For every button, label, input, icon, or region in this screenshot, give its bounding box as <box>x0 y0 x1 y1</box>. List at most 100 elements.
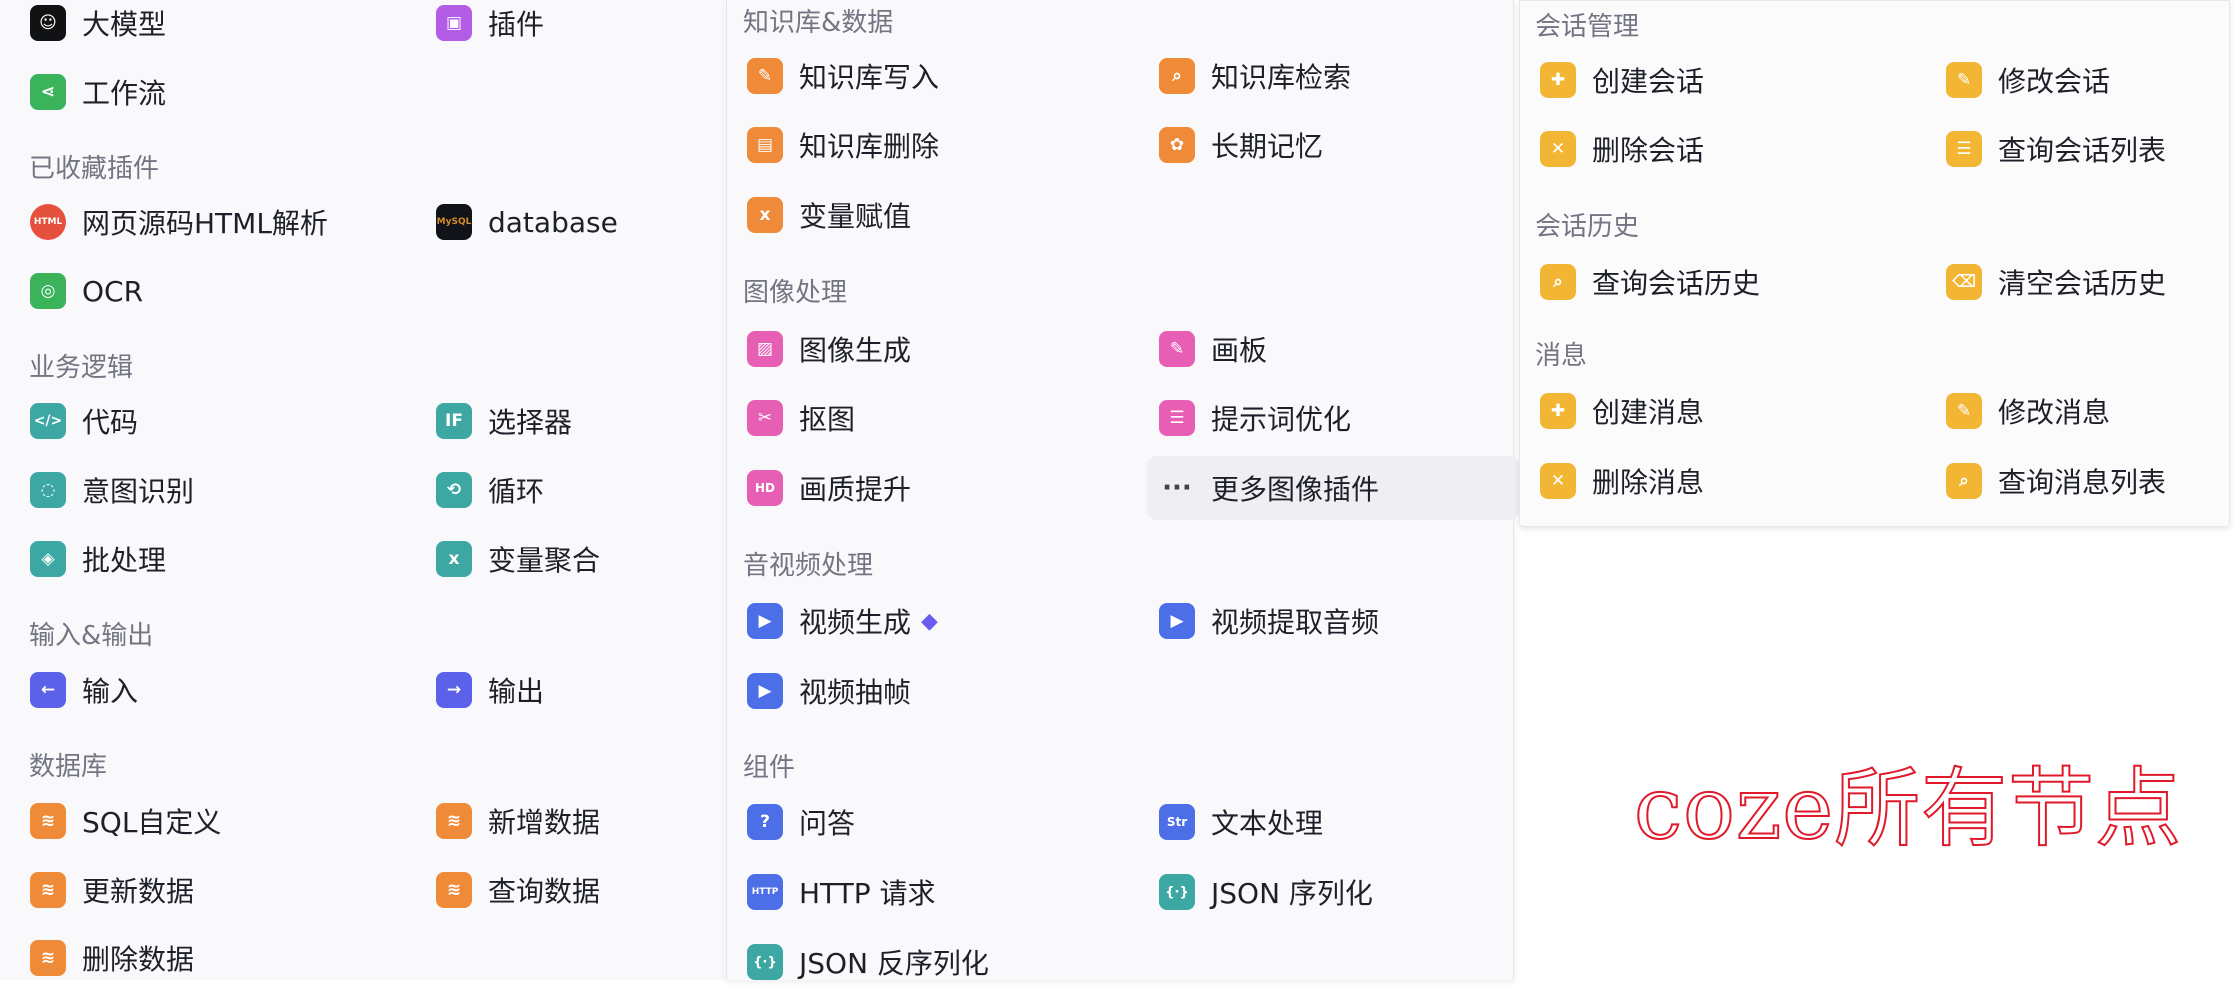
node-label: OCR <box>82 274 144 308</box>
node-input[interactable]: ← 输入 <box>30 661 138 719</box>
create-conversation-icon: ✚ <box>1540 62 1576 98</box>
node-label: SQL自定义 <box>82 806 222 839</box>
node-label: JSON 反序列化 <box>799 947 989 980</box>
add-data-icon: ≋ <box>436 803 472 839</box>
watermark-text: coze所有节点 <box>1633 758 2183 860</box>
node-delete-conversation[interactable]: ✕ 删除会话 <box>1540 120 1704 178</box>
node-hd-upscale[interactable]: HD 画质提升 <box>747 459 911 517</box>
node-query-data[interactable]: ≋ 查询数据 <box>436 861 600 919</box>
video-frame-icon: ▶ <box>747 673 783 709</box>
node-label: 查询会话列表 <box>1998 134 2167 167</box>
node-label: 修改会话 <box>1998 65 2111 98</box>
node-batch[interactable]: ◈ 批处理 <box>30 530 166 588</box>
node-label: 创建会话 <box>1592 65 1705 98</box>
node-video-extract-audio[interactable]: ▶ 视频提取音频 <box>1159 592 1379 650</box>
node-text-process[interactable]: Str 文本处理 <box>1159 793 1323 851</box>
node-label: 批处理 <box>82 544 167 577</box>
edit-message-icon: ✎ <box>1946 393 1982 429</box>
list-message-icon: ⌕ <box>1946 463 1982 499</box>
section-title-components: 组件 <box>743 753 796 783</box>
node-long-memory[interactable]: ✿ 长期记忆 <box>1159 116 1323 174</box>
node-list-conversation[interactable]: ☰ 查询会话列表 <box>1946 120 2166 178</box>
node-html-parse[interactable]: HTML 网页源码HTML解析 <box>30 193 328 251</box>
node-label: 长期记忆 <box>1211 130 1324 163</box>
text-process-icon: Str <box>1159 804 1195 840</box>
node-plugin[interactable]: ▣ 插件 <box>436 0 544 52</box>
node-kb-write[interactable]: ✎ 知识库写入 <box>747 47 939 105</box>
node-label: 知识库写入 <box>799 61 940 94</box>
node-http-request[interactable]: HTTP HTTP 请求 <box>747 863 936 921</box>
sql-icon: ≋ <box>30 803 66 839</box>
node-intent[interactable]: ◌ 意图识别 <box>30 461 194 519</box>
node-workflow[interactable]: ⋖ 工作流 <box>30 63 166 121</box>
section-title-favorites: 已收藏插件 <box>29 154 160 184</box>
more-icon: ··· <box>1162 473 1192 503</box>
node-add-data[interactable]: ≋ 新增数据 <box>436 792 600 850</box>
node-label: 视频提取音频 <box>1211 606 1380 639</box>
json-deserialize-icon: {·} <box>747 944 783 980</box>
node-label: 输入 <box>82 675 139 708</box>
node-json-deserialize[interactable]: {·} JSON 反序列化 <box>747 933 989 991</box>
node-label: 新增数据 <box>488 806 601 839</box>
node-prompt-optimize[interactable]: ☰ 提示词优化 <box>1159 389 1351 447</box>
node-clear-history[interactable]: ⌫ 清空会话历史 <box>1946 253 2166 311</box>
prompt-optimize-icon: ☰ <box>1159 400 1195 436</box>
loop-icon: ⟲ <box>436 472 472 508</box>
node-cutout[interactable]: ✂ 抠图 <box>747 389 855 447</box>
node-sql-custom[interactable]: ≋ SQL自定义 <box>30 792 221 850</box>
node-label: 工作流 <box>82 77 167 110</box>
plugin-cube-icon: ▣ <box>436 5 472 41</box>
more-image-plugins-button[interactable]: ··· 更多图像插件 <box>1147 456 1519 520</box>
node-label: 修改消息 <box>1998 396 2111 429</box>
node-video-frame[interactable]: ▶ 视频抽帧 <box>747 662 911 720</box>
http-icon: HTTP <box>747 874 783 910</box>
node-label: HTTP 请求 <box>799 877 936 910</box>
node-delete-message[interactable]: ✕ 删除消息 <box>1540 452 1704 510</box>
node-json-serialize[interactable]: {·} JSON 序列化 <box>1159 863 1373 921</box>
llm-icon: ☺ <box>30 5 66 41</box>
node-video-gen[interactable]: ▶ 视频生成 ◆ <box>747 592 938 650</box>
node-label: 知识库检索 <box>1211 61 1352 94</box>
node-delete-data[interactable]: ≋ 删除数据 <box>30 929 194 987</box>
node-output[interactable]: → 输出 <box>436 661 544 719</box>
node-create-conversation[interactable]: ✚ 创建会话 <box>1540 51 1704 109</box>
edit-conversation-icon: ✎ <box>1946 62 1982 98</box>
section-title-knowledge: 知识库&数据 <box>743 8 894 38</box>
node-code[interactable]: </> 代码 <box>30 392 138 450</box>
node-label: 删除消息 <box>1592 466 1705 499</box>
node-ocr[interactable]: ◎ OCR <box>30 262 143 320</box>
node-list-message[interactable]: ⌕ 查询消息列表 <box>1946 452 2166 510</box>
update-data-icon: ≋ <box>30 872 66 908</box>
node-label: JSON 序列化 <box>1211 877 1373 910</box>
node-label: 删除会话 <box>1592 134 1705 167</box>
node-variable-merge[interactable]: x 变量聚合 <box>436 530 600 588</box>
node-edit-message[interactable]: ✎ 修改消息 <box>1946 382 2110 440</box>
node-label: 知识库删除 <box>799 130 940 163</box>
node-kb-search[interactable]: ⌕ 知识库检索 <box>1159 47 1351 105</box>
qa-icon: ? <box>747 804 783 840</box>
left-node-panel: ☺ 大模型 ▣ 插件 ⋖ 工作流 已收藏插件 HTML 网页源码HTML解析 M… <box>0 0 725 980</box>
node-llm[interactable]: ☺ 大模型 <box>30 0 166 52</box>
video-gen-icon: ▶ <box>747 603 783 639</box>
node-update-data[interactable]: ≋ 更新数据 <box>30 861 194 919</box>
node-variable-assign[interactable]: x 变量赋值 <box>747 186 911 244</box>
node-qa[interactable]: ? 问答 <box>747 793 855 851</box>
hd-icon: HD <box>747 470 783 506</box>
node-image-gen[interactable]: ▨ 图像生成 <box>747 320 911 378</box>
section-title-io: 输入&输出 <box>29 621 154 651</box>
node-database-plugin[interactable]: MySQL database <box>436 193 618 251</box>
section-title-image: 图像处理 <box>743 278 848 308</box>
node-create-message[interactable]: ✚ 创建消息 <box>1540 382 1704 440</box>
node-loop[interactable]: ⟲ 循环 <box>436 461 544 519</box>
workflow-icon: ⋖ <box>30 74 66 110</box>
node-label: 问答 <box>799 807 856 840</box>
node-canvas[interactable]: ✎ 画板 <box>1159 320 1267 378</box>
node-kb-delete[interactable]: ▤ 知识库删除 <box>747 116 939 174</box>
node-label: 更新数据 <box>82 875 195 908</box>
node-query-history[interactable]: ⌕ 查询会话历史 <box>1540 253 1760 311</box>
intent-icon: ◌ <box>30 472 66 508</box>
delete-conversation-icon: ✕ <box>1540 131 1576 167</box>
node-edit-conversation[interactable]: ✎ 修改会话 <box>1946 51 2110 109</box>
node-label: 代码 <box>82 406 139 439</box>
node-selector[interactable]: IF 选择器 <box>436 392 572 450</box>
